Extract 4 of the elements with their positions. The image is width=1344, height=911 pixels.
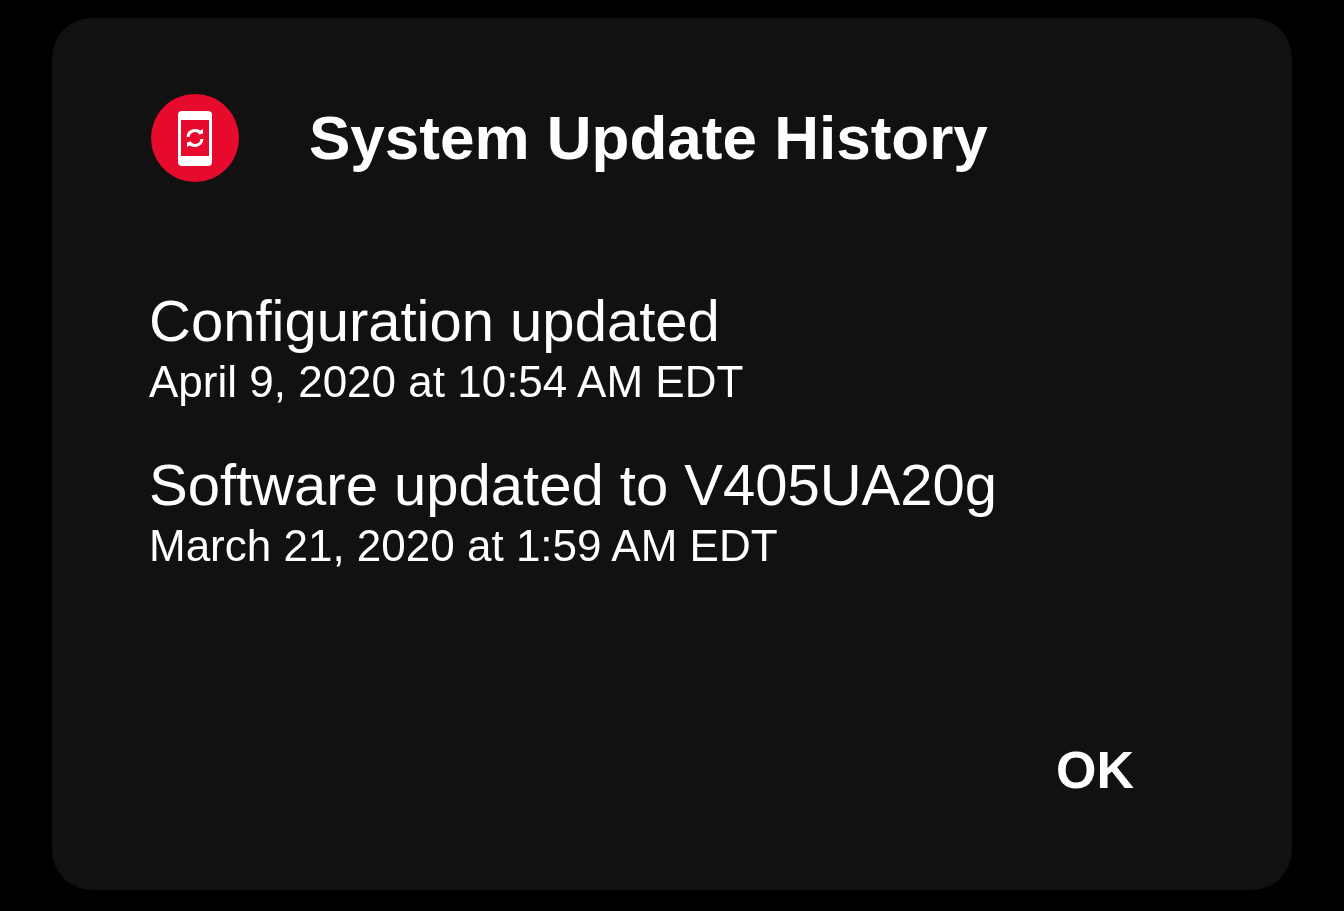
ok-button[interactable]: OK — [1048, 736, 1142, 804]
update-date: March 21, 2020 at 1:59 AM EDT — [149, 524, 779, 568]
update-date: April 9, 2020 at 10:54 AM EDT — [149, 360, 745, 404]
phone-sync-icon — [151, 94, 239, 182]
